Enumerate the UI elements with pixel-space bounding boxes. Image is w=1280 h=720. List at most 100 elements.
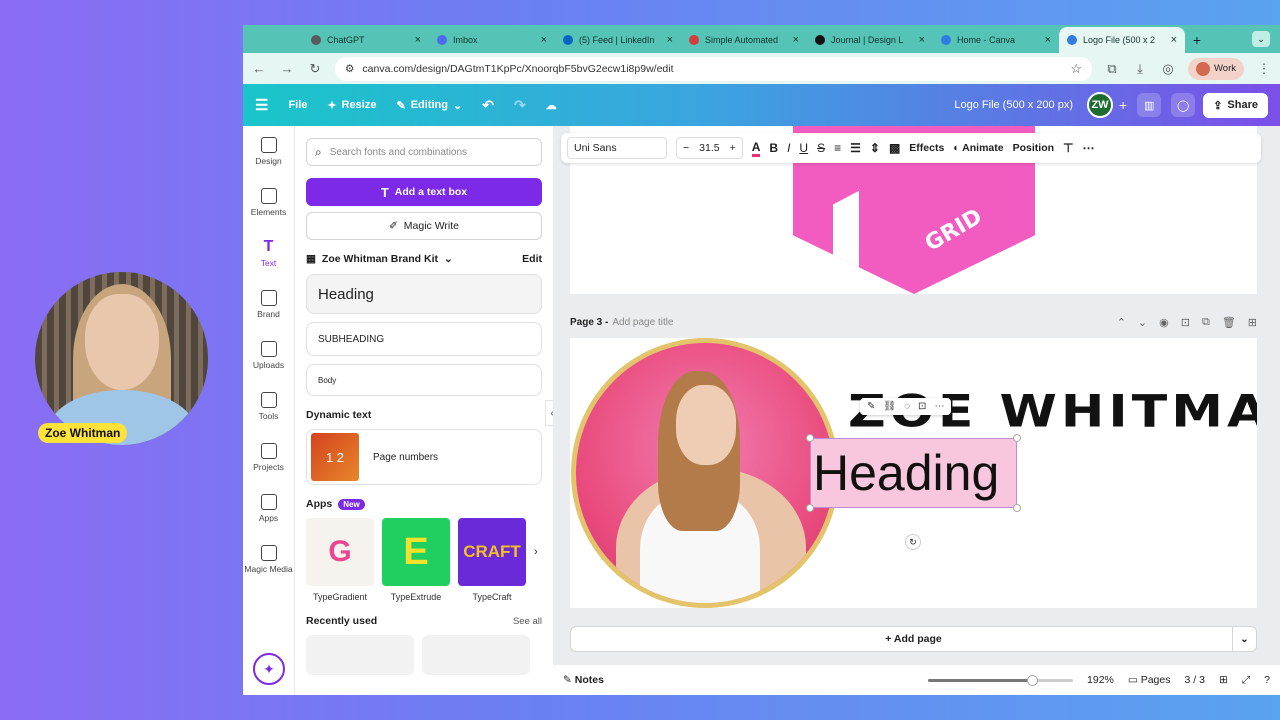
subheading-style[interactable]: SUBHEADING [306, 322, 542, 356]
page-down-icon[interactable]: ⌄ [1138, 316, 1147, 329]
reload-icon[interactable]: ↻ [307, 61, 323, 77]
rail-item-apps[interactable]: Apps [243, 483, 294, 534]
rail-item-elements[interactable]: Elements [243, 177, 294, 228]
download-icon[interactable]: ⤓ [1132, 61, 1148, 77]
avatar[interactable]: ZW [1087, 92, 1114, 118]
tab-close-icon[interactable]: × [793, 34, 799, 46]
add-page-icon[interactable]: ⊞ [1248, 316, 1257, 329]
list-icon[interactable]: ☰ [850, 141, 861, 155]
app-type-craft[interactable]: CRAFT TypeCraft [458, 518, 526, 602]
more-icon[interactable]: ⋯ [934, 401, 944, 412]
recent-item[interactable] [422, 635, 530, 675]
undo-icon[interactable]: ↶ [482, 97, 494, 114]
profile-button[interactable]: Work [1188, 57, 1244, 80]
browser-tab[interactable]: Home - Canva × [933, 27, 1059, 53]
zoom-value[interactable]: 192% [1087, 674, 1114, 686]
resize-button[interactable]: ✦ Resize [327, 99, 376, 112]
browser-tab[interactable]: Simple Automated × [681, 27, 807, 53]
back-icon[interactable]: ← [251, 61, 267, 76]
text-color-icon[interactable]: A [751, 140, 761, 157]
notes-button[interactable]: ✎ Notes [563, 674, 604, 686]
rail-item-brand[interactable]: Brand [243, 279, 294, 330]
chevron-down-icon[interactable]: ⌄ [1232, 627, 1256, 651]
tab-close-icon[interactable]: × [1171, 34, 1177, 46]
pages-button[interactable]: ▭ Pages [1128, 674, 1171, 686]
forward-icon[interactable]: → [279, 61, 295, 76]
magic-write-button[interactable]: ✐ Magic Write [306, 212, 542, 240]
magic-edit-icon[interactable]: ✎ [867, 401, 875, 412]
tab-close-icon[interactable]: × [1045, 34, 1051, 46]
tab-close-icon[interactable]: × [415, 34, 421, 46]
browser-menu-icon[interactable]: ⋮ [1256, 61, 1272, 77]
tab-close-icon[interactable]: × [541, 34, 547, 46]
effects-button[interactable]: Effects [909, 142, 944, 154]
rail-item-tools[interactable]: Tools [243, 381, 294, 432]
browser-tab[interactable]: Journal | Design L × [807, 27, 933, 53]
lock-page-icon[interactable]: ⊡ [1181, 316, 1190, 329]
redo-icon[interactable]: ↷ [514, 97, 526, 114]
help-icon[interactable]: ? [1264, 674, 1270, 686]
profile-photo-frame[interactable] [571, 338, 839, 608]
brand-kit-selector[interactable]: ▦ Zoe Whitman Brand Kit ⌄ Edit [306, 253, 542, 265]
font-size-stepper[interactable]: − 31.5 + [676, 137, 743, 159]
browser-tab[interactable]: (5) Feed | LinkedIn × [555, 27, 681, 53]
main-menu-icon[interactable]: ☰ [255, 96, 268, 114]
hide-page-icon[interactable]: ◉ [1159, 316, 1169, 329]
sync-icon[interactable]: ◎ [1160, 61, 1176, 77]
animate-button[interactable]: ◐ Animate [953, 142, 1003, 154]
spacing-icon[interactable]: ⇕ [870, 141, 880, 155]
new-tab-button[interactable]: + [1185, 27, 1209, 53]
format-painter-icon[interactable]: ⊤ [1063, 141, 1073, 155]
analytics-icon[interactable]: ▥ [1137, 93, 1162, 117]
see-all-link[interactable]: See all [513, 616, 542, 627]
tab-close-icon[interactable]: × [667, 34, 673, 46]
rail-item-design[interactable]: Design [243, 126, 294, 177]
share-button[interactable]: ⇪ Share [1203, 92, 1268, 118]
font-family-dropdown[interactable]: Uni Sans [567, 137, 667, 159]
underline-icon[interactable]: U [799, 141, 808, 155]
url-field[interactable]: ⚙ canva.com/design/DAGtmT1KpPc/XnoorqbF5… [335, 56, 1092, 81]
cloud-save-icon[interactable]: ☁ [546, 99, 557, 112]
browser-tab[interactable]: ChatGPT × [303, 27, 429, 53]
resize-handle[interactable] [806, 504, 814, 512]
rail-item-uploads[interactable]: Uploads [243, 330, 294, 381]
increase-size-icon[interactable]: + [730, 142, 736, 154]
duplicate-page-icon[interactable]: ⧉ [1202, 316, 1210, 329]
bold-icon[interactable]: B [769, 141, 778, 155]
rail-item-magic-media[interactable]: Magic Media [243, 534, 294, 585]
add-text-box-button[interactable]: T Add a text box [306, 178, 542, 206]
page-up-icon[interactable]: ⌃ [1117, 316, 1126, 329]
bookmark-star-icon[interactable]: ☆ [1070, 61, 1082, 77]
decrease-size-icon[interactable]: − [683, 142, 689, 154]
tab-close-icon[interactable]: × [919, 34, 925, 46]
resize-handle[interactable] [1013, 434, 1021, 442]
canva-assistant-icon[interactable]: ✦ [253, 653, 285, 685]
extensions-icon[interactable]: ⧉ [1104, 61, 1120, 77]
body-style[interactable]: Body [306, 364, 542, 396]
browser-tab[interactable]: Logo File (500 x 2 × [1059, 27, 1185, 53]
editing-mode-dropdown[interactable]: ✎ Editing ⌄ [396, 99, 462, 112]
rail-item-projects[interactable]: Projects [243, 432, 294, 483]
comment-icon[interactable]: ◌ [904, 401, 910, 412]
page-numbers-item[interactable]: 1 2 Page numbers [306, 429, 542, 485]
font-size-value[interactable]: 31.5 [699, 142, 719, 154]
file-menu[interactable]: File [288, 99, 307, 111]
invite-plus-icon[interactable]: + [1119, 97, 1127, 113]
transparency-icon[interactable]: ▩ [889, 141, 900, 155]
resize-handle[interactable] [806, 434, 814, 442]
zoom-slider-knob[interactable] [1027, 674, 1039, 686]
apps-next-icon[interactable]: › [534, 546, 538, 558]
rail-item-text[interactable]: T Text [243, 228, 294, 279]
fullscreen-icon[interactable]: ⤢ [1242, 674, 1250, 687]
comments-icon[interactable]: ◯ [1171, 93, 1196, 117]
link-icon[interactable]: ⛓ [883, 401, 896, 412]
document-title[interactable]: Logo File (500 x 200 px) [954, 99, 1073, 111]
delete-page-icon[interactable]: 🗑 [1222, 316, 1236, 329]
app-type-extrude[interactable]: E TypeExtrude [382, 518, 450, 602]
browser-tab[interactable]: Imbox × [429, 27, 555, 53]
tab-search-button[interactable]: ⌄ [1252, 31, 1270, 47]
align-center-icon[interactable]: ≡ [834, 141, 841, 155]
add-page-button[interactable]: + Add page ⌄ [570, 626, 1257, 652]
resize-handle[interactable] [1013, 504, 1021, 512]
brand-kit-edit-link[interactable]: Edit [522, 253, 542, 265]
